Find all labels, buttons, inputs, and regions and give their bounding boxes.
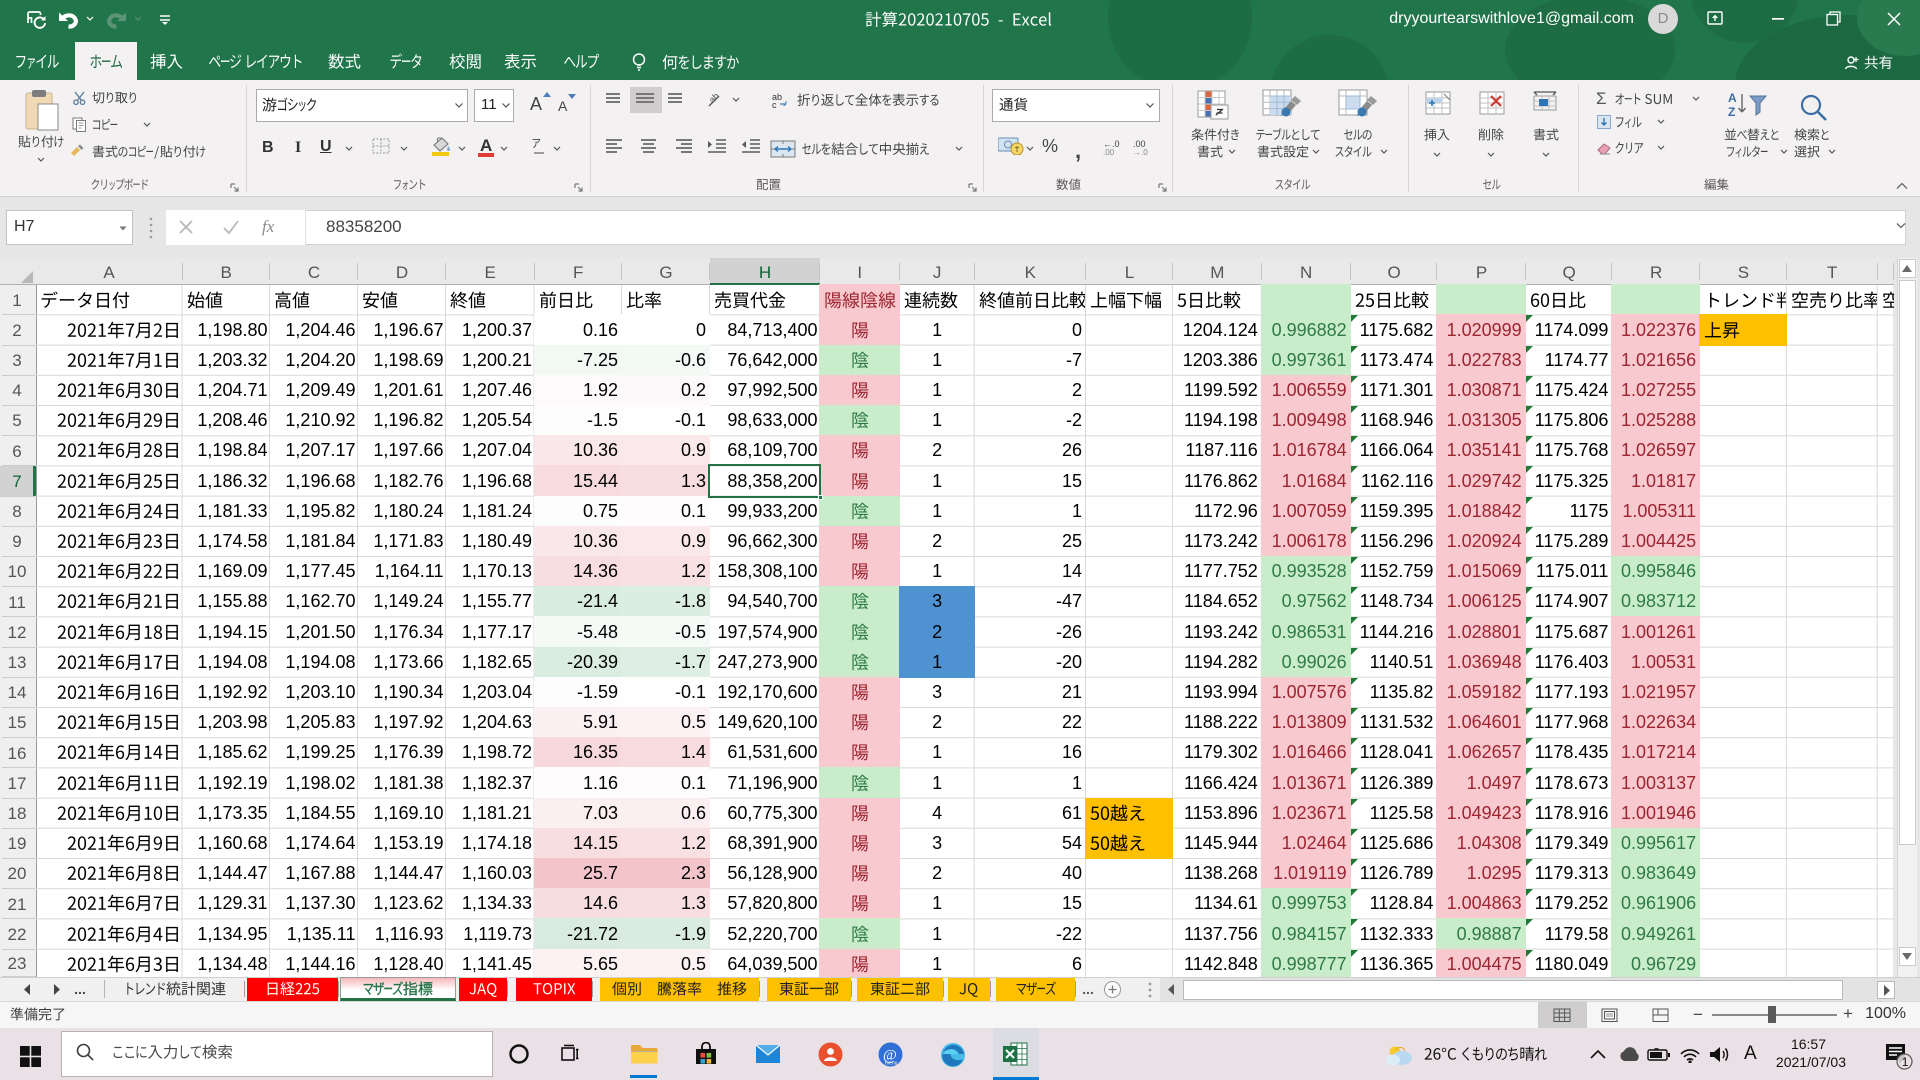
svg-text:menu: menu: [885, 1061, 898, 1067]
svg-text:.00: .00: [1103, 148, 1115, 156]
svg-text:ab: ab: [707, 91, 721, 105]
svg-text:Z: Z: [1728, 105, 1735, 119]
svg-text:1: 1: [1902, 1055, 1909, 1069]
svg-text:A: A: [1728, 91, 1737, 105]
svg-text:c: c: [772, 100, 777, 108]
svg-text:→.0: →.0: [1133, 148, 1148, 156]
